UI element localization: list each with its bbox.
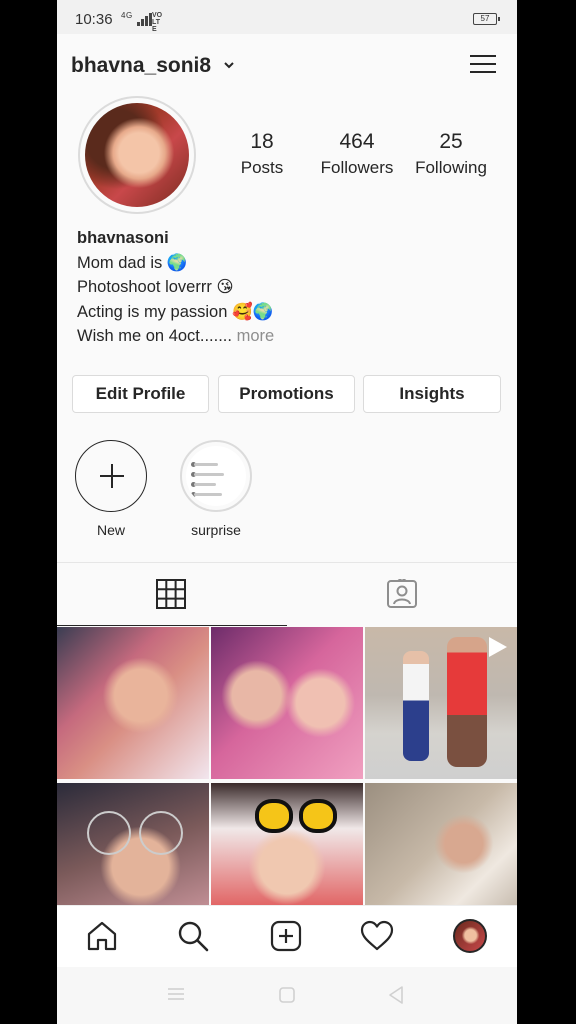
highlight-surprise[interactable]: surprise bbox=[176, 440, 256, 538]
highlight-label: New bbox=[96, 522, 125, 538]
followers-label: Followers bbox=[320, 158, 394, 177]
back-button-icon[interactable] bbox=[387, 985, 405, 1005]
network-type: 4G bbox=[121, 11, 133, 20]
search-icon[interactable] bbox=[175, 918, 211, 954]
home-button-icon[interactable] bbox=[278, 986, 296, 1004]
profile-header: bhavna_soni8 bbox=[57, 34, 517, 96]
profile-bio: bhavnasoni Mom dad is 🌍 Photoshoot lover… bbox=[77, 226, 497, 349]
profile-avatar[interactable] bbox=[453, 919, 487, 953]
tagged-icon bbox=[387, 579, 417, 608]
posts-number: 18 bbox=[250, 130, 274, 153]
insights-button[interactable]: Insights bbox=[363, 375, 501, 413]
battery-icon: 57 bbox=[473, 13, 500, 25]
promotions-button[interactable]: Promotions bbox=[218, 375, 355, 413]
bio-line: Mom dad is 🌍 bbox=[77, 253, 188, 272]
plus-icon[interactable] bbox=[75, 440, 147, 512]
posts-label: Posts bbox=[240, 158, 284, 177]
tab-grid[interactable] bbox=[57, 563, 287, 626]
video-play-icon bbox=[489, 637, 507, 657]
hamburger-menu-icon[interactable] bbox=[470, 53, 496, 75]
status-bar: 10:36 4G VO LTE 57 bbox=[57, 0, 517, 34]
bio-line: Wish me on 4oct....... more bbox=[77, 324, 497, 349]
tab-tagged[interactable] bbox=[287, 563, 517, 626]
chevron-down-icon[interactable] bbox=[223, 59, 235, 71]
profile-tabs bbox=[57, 562, 517, 626]
profile-avatar[interactable] bbox=[85, 103, 189, 207]
bottom-nav bbox=[57, 905, 517, 967]
display-name: bhavnasoni bbox=[77, 229, 169, 247]
highlight-cover[interactable] bbox=[180, 440, 252, 512]
posts-grid bbox=[57, 627, 517, 935]
followers-count[interactable]: 464 Followers bbox=[309, 130, 405, 178]
post-thumbnail[interactable] bbox=[211, 627, 363, 779]
edit-profile-button[interactable]: Edit Profile bbox=[72, 375, 209, 413]
bio-line: Photoshoot loverrr 😘 bbox=[77, 278, 234, 296]
recent-apps-icon[interactable] bbox=[167, 986, 185, 1002]
posts-count[interactable]: 18 Posts bbox=[214, 130, 310, 178]
grid-icon bbox=[156, 579, 186, 609]
followers-number: 464 bbox=[339, 130, 375, 153]
username-switcher[interactable]: bhavna_soni8 bbox=[71, 54, 211, 78]
bio-more-link[interactable]: more bbox=[237, 327, 275, 345]
highlight-new[interactable]: New bbox=[71, 440, 151, 538]
activity-heart-icon[interactable] bbox=[359, 918, 395, 954]
volte-indicator: VO LTE bbox=[152, 12, 163, 33]
highlight-label: surprise bbox=[191, 522, 241, 538]
status-time: 10:36 bbox=[75, 11, 113, 28]
phone-screen: 10:36 4G VO LTE 57 bhavna_soni8 18 Posts… bbox=[57, 0, 517, 1024]
home-icon[interactable] bbox=[84, 918, 120, 954]
system-nav-bar bbox=[57, 967, 517, 1024]
following-label: Following bbox=[415, 158, 487, 177]
following-number: 25 bbox=[439, 130, 463, 153]
post-thumbnail[interactable] bbox=[57, 627, 209, 779]
bio-line: Acting is my passion 🥰🌍 bbox=[77, 302, 274, 321]
following-count[interactable]: 25 Following bbox=[403, 130, 499, 178]
profile-avatar-ring[interactable] bbox=[78, 96, 196, 214]
post-thumbnail[interactable] bbox=[365, 627, 517, 779]
bio-line-text: Wish me on 4oct....... bbox=[77, 327, 232, 345]
add-post-icon[interactable] bbox=[268, 918, 304, 954]
